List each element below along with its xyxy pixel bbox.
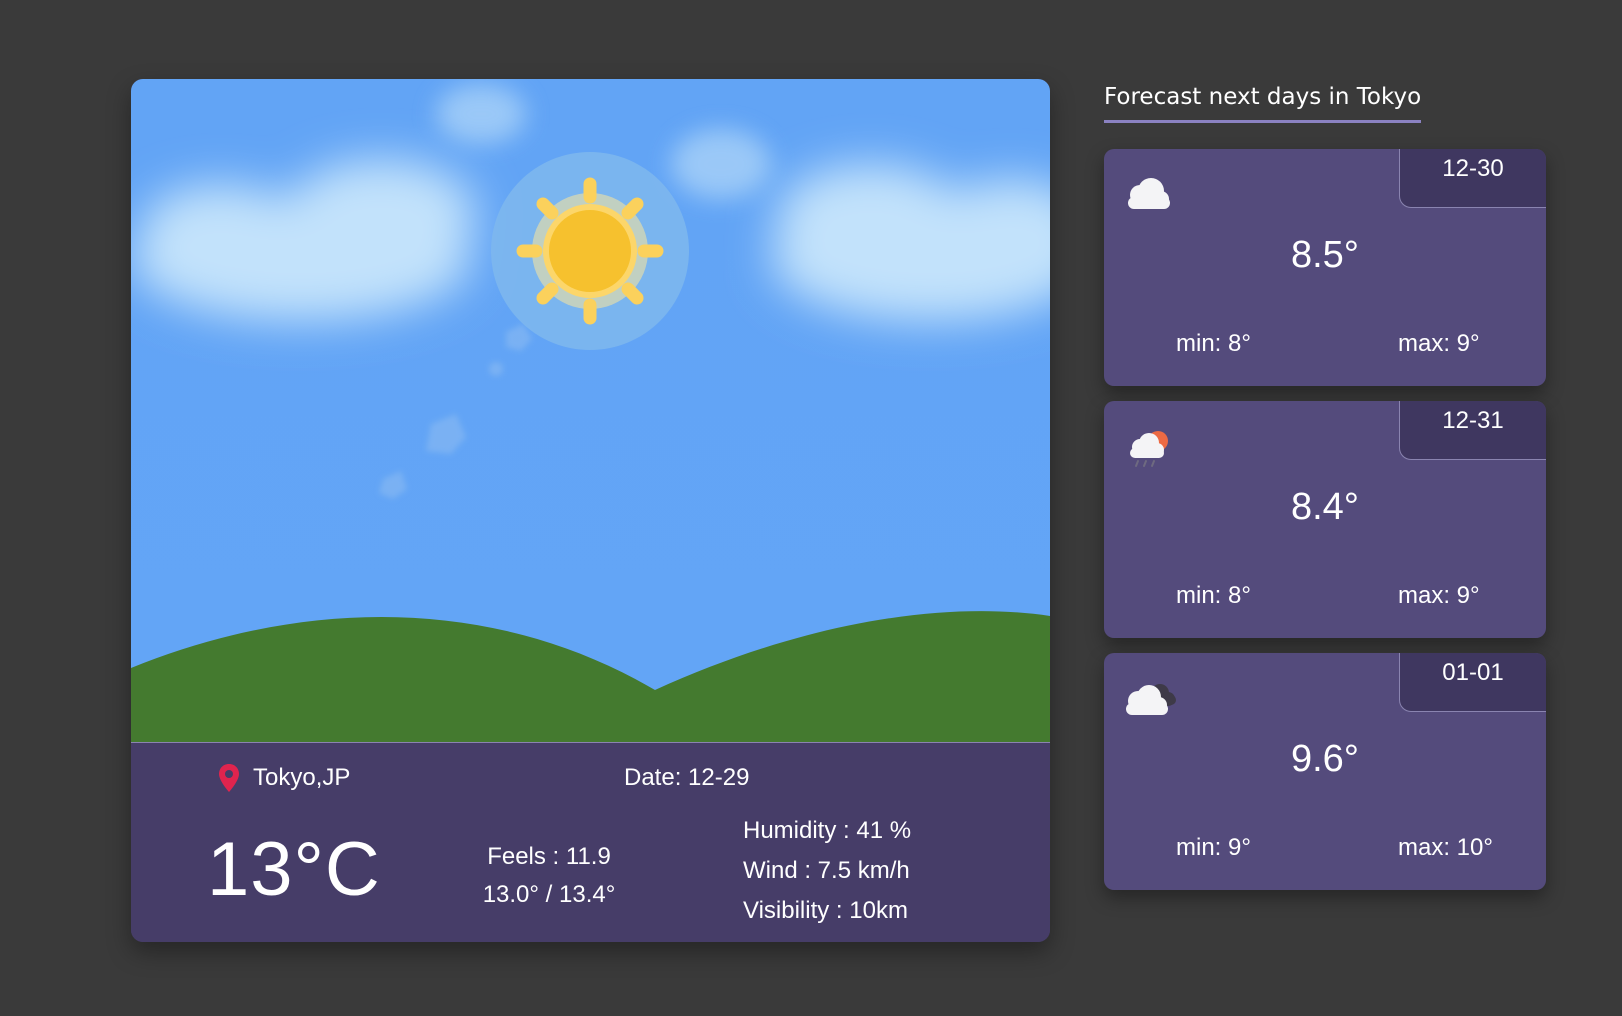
feels-like-block: Feels : 11.9 13.0° / 13.4° — [469, 838, 629, 914]
forecast-min: min: 8° — [1176, 330, 1251, 357]
sun-icon — [491, 152, 689, 350]
hills — [131, 611, 1050, 742]
visibility: Visibility : 10km — [743, 897, 908, 924]
forecast-date: 12-30 — [1399, 149, 1546, 208]
current-weather-card: Tokyo,JP Date: 12-29 13°C Feels : 11.9 1… — [131, 79, 1050, 942]
weather-stats: Humidity : 41 % Wind : 7.5 km/h Visibili… — [743, 811, 911, 931]
location-name: Tokyo,JP — [253, 764, 351, 791]
cloud-right — [771, 164, 1050, 321]
humidity: Humidity : 41 % — [743, 817, 912, 844]
forecast-temperature: 8.4° — [1290, 486, 1360, 528]
current-date: Date: 12-29 — [624, 764, 750, 791]
cloud-sun-rain-icon — [1130, 431, 1168, 467]
forecast-date: 01-01 — [1399, 653, 1546, 712]
current-temperature: 13°C — [207, 827, 381, 912]
location: Tokyo,JP — [217, 761, 350, 795]
forecast-max: max: 9° — [1398, 330, 1480, 357]
cloud-left — [131, 159, 476, 321]
forecast-date: 12-31 — [1399, 401, 1546, 460]
wind: Wind : 7.5 km/h — [743, 857, 910, 884]
forecast-max: max: 10° — [1398, 834, 1493, 861]
min-max-temperature: 13.0° / 13.4° — [482, 881, 616, 908]
forecast-card[interactable]: 12-31 8.4° min: 8° max: 9° — [1104, 401, 1546, 638]
current-weather-details: Tokyo,JP Date: 12-29 13°C Feels : 11.9 1… — [131, 742, 1050, 942]
weather-scene — [131, 79, 1050, 742]
dark-cloud-icon — [1126, 684, 1176, 715]
forecast-min: min: 8° — [1176, 582, 1251, 609]
forecast-max: max: 9° — [1398, 582, 1480, 609]
location-pin-icon — [219, 764, 239, 792]
sunny-scene-illustration — [131, 84, 1050, 742]
forecast-temperature: 8.5° — [1290, 234, 1360, 276]
cloud-icon — [1128, 178, 1170, 209]
feels-like: Feels : 11.9 — [487, 843, 611, 870]
forecast-title: Forecast next days in Tokyo — [1104, 80, 1422, 123]
forecast-card[interactable]: 01-01 9.6° min: 9° max: 10° — [1104, 653, 1546, 890]
forecast-temperature: 9.6° — [1290, 738, 1360, 780]
forecast-min: min: 9° — [1176, 834, 1251, 861]
floating-shapes — [379, 324, 532, 499]
forecast-card[interactable]: 12-30 8.5° min: 8° max: 9° — [1104, 149, 1546, 386]
